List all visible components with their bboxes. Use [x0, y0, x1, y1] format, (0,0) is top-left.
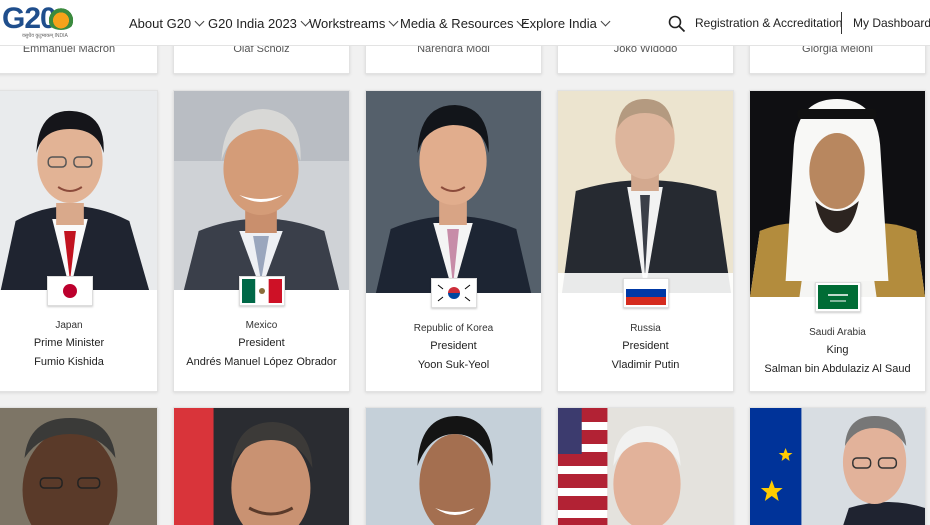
leader-card-saudi-arabia[interactable]: Saudi Arabia King Salman bin Abdulaziz A…	[749, 90, 926, 392]
leader-photo	[174, 408, 349, 525]
chevron-down-icon	[194, 16, 205, 27]
leader-name: Salman bin Abdulaziz Al Saud	[764, 363, 911, 375]
leader-photo	[174, 91, 349, 290]
nav-media-resources-label: Media & Resources	[400, 16, 514, 31]
chevron-down-icon	[600, 16, 611, 27]
leader-photo	[750, 408, 925, 525]
flag-saudi-arabia-icon	[815, 282, 861, 312]
flag-russia-icon	[623, 278, 669, 308]
nav-explore-india-label: Explore India	[521, 16, 597, 31]
leader-role: President	[622, 340, 669, 352]
leader-card-mexico[interactable]: Mexico President Andrés Manuel López Obr…	[173, 90, 350, 392]
flag-mexico-icon	[239, 276, 285, 306]
nav-divider	[841, 12, 842, 34]
leader-card-korea[interactable]: Republic of Korea President Yoon Suk-Yeo…	[365, 90, 542, 392]
nav-workstreams[interactable]: Workstreams	[309, 16, 399, 31]
top-navbar: G20 वसुधैव कुटुम्बकम् INDIA About G20 G2…	[0, 0, 930, 46]
nav-about-g20[interactable]: About G20	[129, 16, 205, 31]
leader-country: Japan	[55, 320, 83, 331]
nav-media-resources[interactable]: Media & Resources	[400, 16, 527, 31]
leader-card-japan[interactable]: Japan Prime Minister Fumio Kishida	[0, 90, 158, 392]
registration-link[interactable]: Registration & Accreditation	[695, 16, 842, 30]
logo-tagline: वसुधैव कुटुम्बकम् INDIA	[22, 33, 68, 39]
nav-explore-india[interactable]: Explore India	[521, 16, 611, 31]
leader-country: Mexico	[245, 320, 278, 331]
nav-workstreams-label: Workstreams	[309, 16, 386, 31]
g20-logo[interactable]: G20 वसुधैव कुटुम्बकम् INDIA	[2, 2, 76, 40]
dashboard-link[interactable]: My Dashboard	[853, 16, 930, 30]
leader-role: King	[826, 344, 849, 356]
lotus-icon	[46, 6, 76, 30]
leader-role: Prime Minister	[33, 337, 105, 349]
page: G20 वसुधैव कुटुम्बकम् INDIA About G20 G2…	[0, 0, 930, 525]
leader-photo	[366, 91, 541, 293]
leader-name: Vladimir Putin	[611, 359, 680, 371]
leader-photo	[366, 408, 541, 525]
leader-card-russia[interactable]: Russia President Vladimir Putin	[557, 90, 734, 392]
leader-country: Saudi Arabia	[809, 327, 866, 338]
leader-card-bottom-3[interactable]	[365, 407, 542, 525]
leader-photo	[558, 408, 733, 525]
nav-g20-india-2023[interactable]: G20 India 2023	[208, 16, 311, 31]
search-icon[interactable]	[668, 15, 686, 33]
leader-card-bottom-4[interactable]	[557, 407, 734, 525]
leader-photo	[558, 91, 733, 293]
nav-g20-india-2023-label: G20 India 2023	[208, 16, 297, 31]
leader-card-bottom-5[interactable]	[749, 407, 926, 525]
leader-photo	[750, 91, 925, 297]
leader-country: Republic of Korea	[413, 323, 494, 334]
leader-role: President	[238, 337, 285, 349]
flag-japan-icon	[47, 276, 93, 306]
leader-photo	[0, 408, 157, 525]
leader-card-bottom-1[interactable]	[0, 407, 158, 525]
nav-about-g20-label: About G20	[129, 16, 192, 31]
leader-card-bottom-2[interactable]	[173, 407, 350, 525]
leader-name: Fumio Kishida	[34, 356, 104, 368]
chevron-down-icon	[388, 16, 399, 27]
flag-korea-icon	[431, 278, 477, 308]
leader-photo	[0, 91, 157, 290]
leader-name: Andrés Manuel López Obrador	[186, 356, 337, 368]
leader-name: Yoon Suk-Yeol	[417, 359, 490, 371]
leader-role: President	[430, 340, 477, 352]
leader-country: Russia	[630, 323, 661, 334]
